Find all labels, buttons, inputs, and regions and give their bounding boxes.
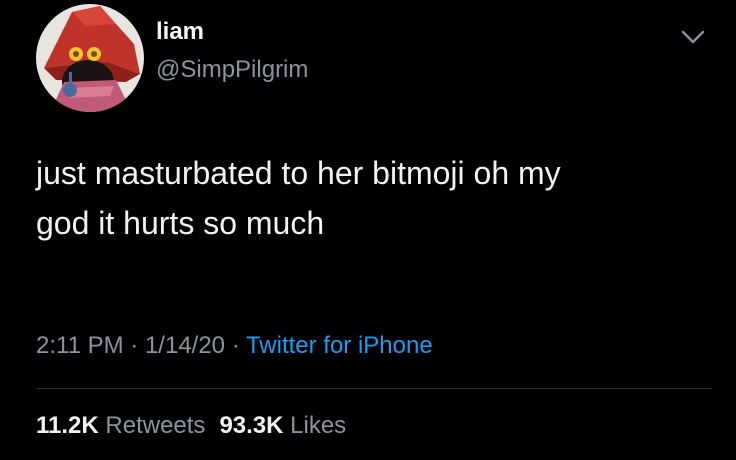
- chevron-down-icon[interactable]: [680, 28, 706, 46]
- engagement-stats: 11.2K Retweets 93.3K Likes: [36, 410, 346, 442]
- likes-label: Likes: [290, 412, 347, 439]
- meta-separator: ·: [130, 332, 139, 359]
- wizard-avatar-icon: [36, 4, 144, 112]
- display-name[interactable]: liam: [156, 17, 204, 47]
- tweet-card: liam @SimpPilgrim just masturbated to he…: [0, 0, 736, 460]
- meta-separator: ·: [231, 332, 240, 359]
- likes-stat[interactable]: 93.3K Likes: [219, 412, 346, 439]
- tweet-meta: 2:11 PM · 1/14/20 · Twitter for iPhone: [36, 330, 433, 362]
- retweets-stat[interactable]: 11.2K Retweets: [36, 412, 205, 439]
- retweets-label: Retweets: [105, 412, 206, 439]
- divider: [36, 388, 712, 389]
- tweet-time[interactable]: 2:11 PM: [36, 332, 124, 359]
- tweet-text: just masturbated to her bitmoji oh my go…: [36, 155, 561, 241]
- avatar[interactable]: [36, 4, 144, 112]
- tweet-date[interactable]: 1/14/20: [145, 332, 225, 359]
- user-handle[interactable]: @SimpPilgrim: [156, 55, 308, 85]
- likes-count: 93.3K: [219, 412, 284, 439]
- retweets-count: 11.2K: [36, 412, 99, 439]
- tweet-source-link[interactable]: Twitter for iPhone: [246, 332, 433, 359]
